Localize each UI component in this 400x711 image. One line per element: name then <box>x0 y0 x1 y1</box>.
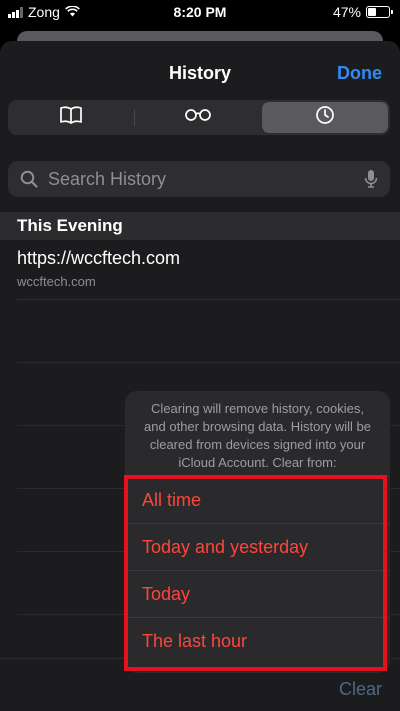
section-header: This Evening <box>0 212 400 240</box>
option-today-and-yesterday[interactable]: Today and yesterday <box>125 523 390 570</box>
search-bar[interactable] <box>8 161 390 197</box>
segmented-control <box>8 100 390 135</box>
tab-reading-list[interactable] <box>135 100 261 135</box>
battery-group: 47% <box>332 4 393 20</box>
search-icon <box>18 168 40 190</box>
history-item-url: wccftech.com <box>17 274 96 289</box>
book-icon <box>59 105 83 130</box>
option-last-hour[interactable]: The last hour <box>125 617 390 664</box>
clear-options: All time Today and yesterday Today The l… <box>125 476 390 664</box>
clear-button[interactable]: Clear <box>339 679 382 700</box>
tab-bookmarks[interactable] <box>8 100 134 135</box>
search-input[interactable] <box>46 167 360 191</box>
microphone-icon[interactable] <box>360 168 382 190</box>
tab-history[interactable] <box>262 102 389 133</box>
clear-history-popover: Clearing will remove history, cookies, a… <box>125 391 390 673</box>
clock-icon <box>315 105 335 130</box>
status-bar: Zong 8:20 PM 47% <box>0 0 400 24</box>
done-button[interactable]: Done <box>337 63 382 84</box>
reading-glasses-icon <box>184 108 212 127</box>
empty-row <box>17 300 400 363</box>
history-item[interactable]: https://wccftech.com wccftech.com <box>17 240 400 300</box>
option-all-time[interactable]: All time <box>125 476 390 523</box>
clear-message: Clearing will remove history, cookies, a… <box>144 401 371 470</box>
battery-percent: 47% <box>332 4 361 20</box>
battery-fill <box>368 8 377 16</box>
battery-icon <box>366 6 393 18</box>
history-item-title: https://wccftech.com <box>17 248 181 268</box>
nav-bar: History Done <box>0 41 400 101</box>
option-today[interactable]: Today <box>125 570 390 617</box>
